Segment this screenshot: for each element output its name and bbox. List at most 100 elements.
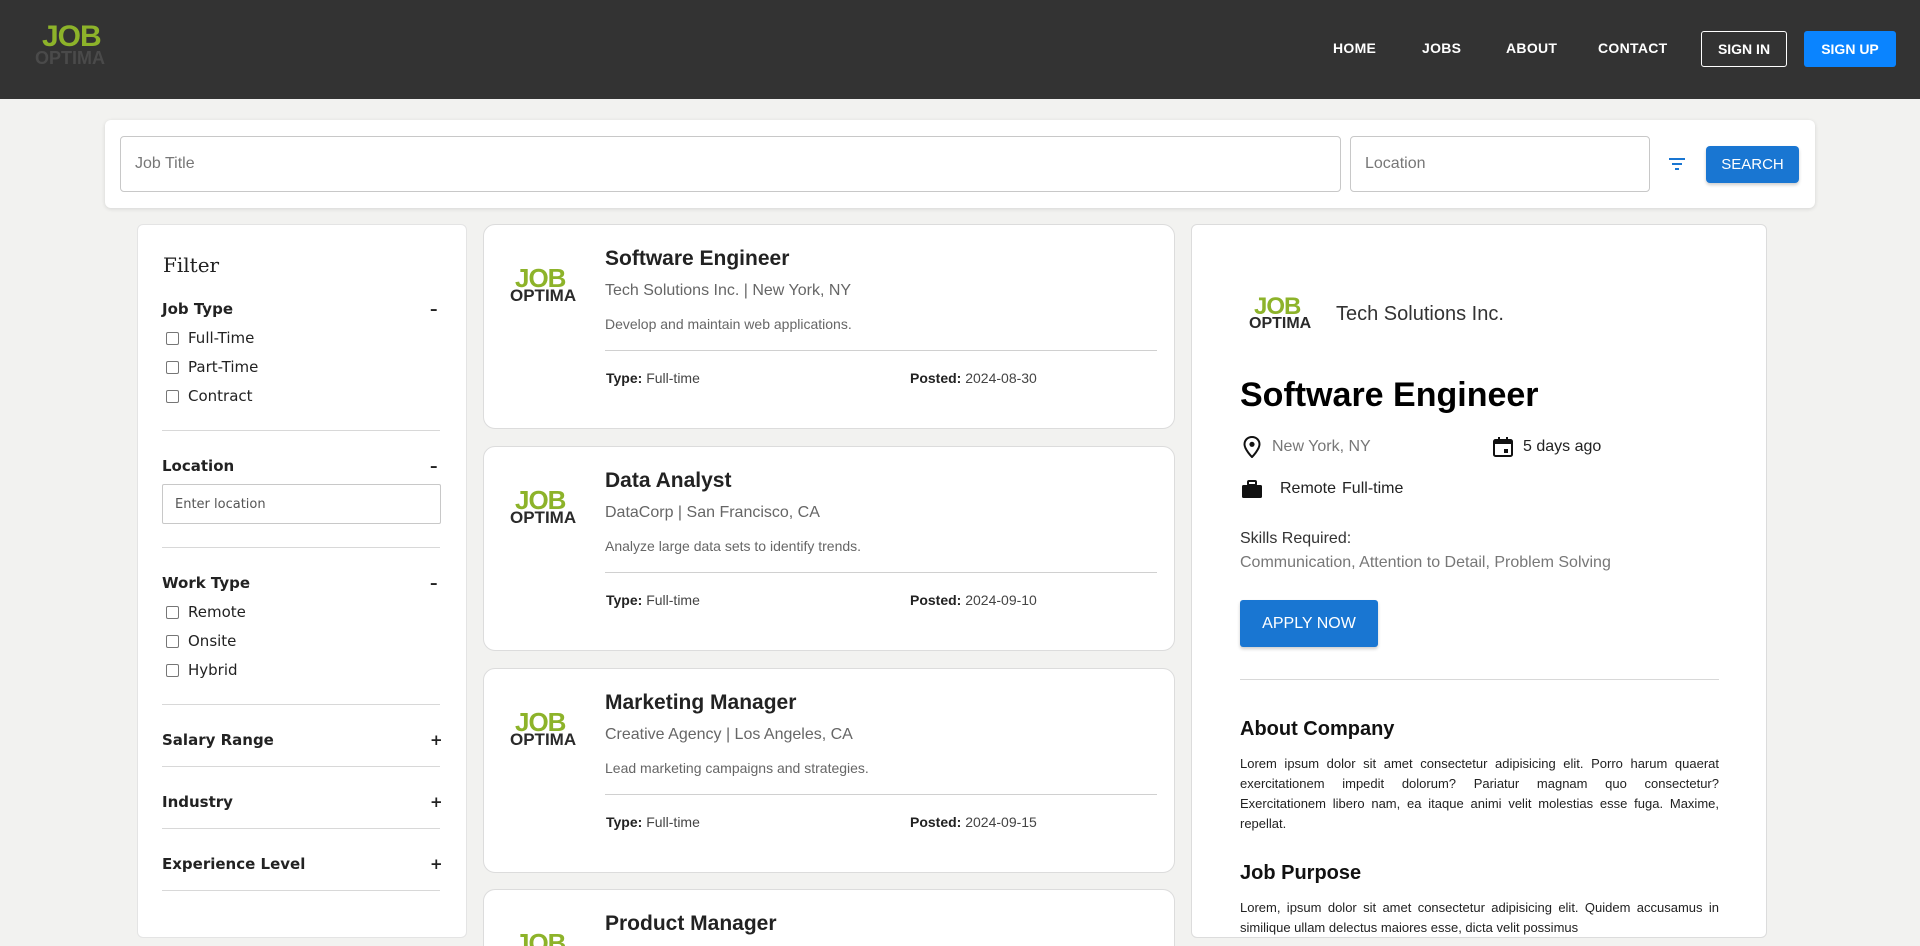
job-description: Analyze large data sets to identify tren… [605, 538, 862, 554]
part-time-checkbox[interactable] [166, 360, 179, 374]
job-card[interactable]: JOB Product Manager [483, 889, 1175, 946]
job-type-collapse-toggle[interactable]: – [430, 300, 438, 318]
location-filter-input[interactable] [162, 484, 441, 524]
location-pin-icon [1243, 436, 1261, 458]
job-posted-date: Posted: 2024-09-15 [910, 814, 1037, 830]
job-purpose-text: Lorem, ipsum dolor sit amet consectetur … [1240, 900, 1719, 935]
full-time-label: Full-Time [188, 329, 255, 347]
detail-posted-ago: 5 days ago [1523, 438, 1602, 455]
card-divider [605, 794, 1157, 795]
job-title-input[interactable] [120, 136, 1341, 192]
job-title[interactable]: Product Manager [605, 912, 777, 936]
card-divider [605, 350, 1157, 351]
skills-label: Skills Required: [1240, 530, 1352, 547]
site-logo[interactable]: JOB OPTIMA [34, 20, 116, 70]
detail-employment-type: Full-time [1342, 480, 1404, 497]
filter-sidebar: Filter Job Type – Full-Time Part-Time Co… [137, 224, 467, 938]
logo-text-bottom: OPTIMA [510, 286, 577, 305]
location-input[interactable] [1350, 136, 1650, 192]
detail-company-name: Tech Solutions Inc. [1336, 303, 1504, 325]
salary-range-expand-toggle[interactable]: + [430, 731, 443, 749]
detail-location: New York, NY [1272, 438, 1371, 455]
filter-icon[interactable] [1665, 152, 1689, 176]
work-type-option-hybrid[interactable]: Hybrid [166, 661, 238, 679]
filter-divider [162, 704, 440, 705]
job-description: Develop and maintain web applications. [605, 316, 852, 332]
salary-range-heading[interactable]: Salary Range [162, 731, 274, 749]
job-type-option-contract[interactable]: Contract [166, 387, 253, 405]
sign-up-button[interactable]: SIGN UP [1804, 31, 1896, 67]
hybrid-checkbox[interactable] [166, 663, 179, 677]
nav-jobs-link[interactable]: JOBS [1422, 40, 1461, 56]
job-type-option-full-time[interactable]: Full-Time [166, 329, 254, 347]
job-title[interactable]: Data Analyst [605, 469, 731, 493]
job-type: Type: Full-time [606, 370, 700, 386]
job-type-heading[interactable]: Job Type [162, 300, 233, 318]
contract-checkbox[interactable] [166, 389, 179, 403]
filter-divider [162, 547, 440, 548]
card-divider [605, 572, 1157, 573]
logo-text-bottom: OPTIMA [1249, 315, 1312, 332]
search-button[interactable]: SEARCH [1706, 146, 1799, 183]
industry-heading[interactable]: Industry [162, 793, 233, 811]
logo-text-top: JOB [515, 928, 566, 946]
onsite-label: Onsite [188, 632, 237, 650]
industry-expand-toggle[interactable]: + [430, 793, 443, 811]
work-type-option-remote[interactable]: Remote [166, 603, 246, 621]
work-type-heading[interactable]: Work Type [162, 574, 250, 592]
logo-text-bottom: OPTIMA [510, 508, 577, 527]
company-logo: JOB OPTIMA [510, 707, 584, 755]
job-title[interactable]: Marketing Manager [605, 691, 796, 715]
logo-text-bottom: OPTIMA [510, 730, 577, 749]
hybrid-label: Hybrid [188, 661, 238, 679]
job-type: Type: Full-time [606, 814, 700, 830]
filter-divider [162, 828, 440, 829]
top-navbar: JOB OPTIMA HOME JOBS ABOUT CONTACT SIGN … [0, 0, 1920, 99]
location-heading[interactable]: Location [162, 457, 234, 475]
calendar-icon [1493, 437, 1513, 457]
nav-about-link[interactable]: ABOUT [1506, 40, 1557, 56]
job-type: Type: Full-time [606, 592, 700, 608]
remote-label: Remote [188, 603, 246, 621]
filter-divider [162, 766, 440, 767]
contract-label: Contract [188, 387, 253, 405]
onsite-checkbox[interactable] [166, 634, 179, 648]
apply-now-button[interactable]: APPLY NOW [1240, 600, 1378, 647]
job-type-option-part-time[interactable]: Part-Time [166, 358, 258, 376]
company-logo: JOB OPTIMA [510, 263, 584, 311]
briefcase-icon [1242, 480, 1262, 498]
sign-in-button[interactable]: SIGN IN [1701, 31, 1787, 67]
full-time-checkbox[interactable] [166, 331, 179, 345]
about-company-heading: About Company [1240, 718, 1395, 740]
work-type-collapse-toggle[interactable]: – [430, 574, 438, 592]
nav-contact-link[interactable]: CONTACT [1598, 40, 1668, 56]
company-logo: JOB [510, 928, 584, 946]
filter-divider [162, 430, 440, 431]
job-description: Lead marketing campaigns and strategies. [605, 760, 869, 776]
detail-work-type: Remote Full-time [1280, 480, 1409, 498]
job-purpose-heading: Job Purpose [1240, 862, 1362, 884]
experience-level-heading[interactable]: Experience Level [162, 855, 305, 873]
work-type-option-onsite[interactable]: Onsite [166, 632, 236, 650]
job-title[interactable]: Software Engineer [605, 247, 789, 271]
logo-text-bottom: OPTIMA [35, 48, 105, 68]
job-detail-panel: JOB OPTIMA Tech Solutions Inc. Software … [1191, 224, 1767, 938]
skills-list: Communication, Attention to Detail, Prob… [1240, 554, 1611, 571]
job-card[interactable]: JOB OPTIMA Software Engineer Tech Soluti… [483, 224, 1175, 429]
company-logo: JOB OPTIMA [1249, 293, 1319, 339]
filter-divider [162, 890, 440, 891]
remote-checkbox[interactable] [166, 605, 179, 619]
experience-level-expand-toggle[interactable]: + [430, 855, 443, 873]
about-company-text: Lorem ipsum dolor sit amet consectetur a… [1240, 756, 1719, 831]
detail-work-mode: Remote [1280, 480, 1337, 497]
job-card[interactable]: JOB OPTIMA Marketing Manager Creative Ag… [483, 668, 1175, 873]
part-time-label: Part-Time [188, 358, 259, 376]
company-logo: JOB OPTIMA [510, 485, 584, 533]
detail-job-title: Software Engineer [1240, 376, 1539, 414]
location-collapse-toggle[interactable]: – [430, 457, 438, 475]
job-posted-date: Posted: 2024-08-30 [910, 370, 1037, 386]
job-card[interactable]: JOB OPTIMA Data Analyst DataCorp | San F… [483, 446, 1175, 651]
job-company-location: Creative Agency | Los Angeles, CA [605, 726, 853, 743]
filter-title: Filter [163, 253, 220, 277]
nav-home-link[interactable]: HOME [1333, 40, 1376, 56]
